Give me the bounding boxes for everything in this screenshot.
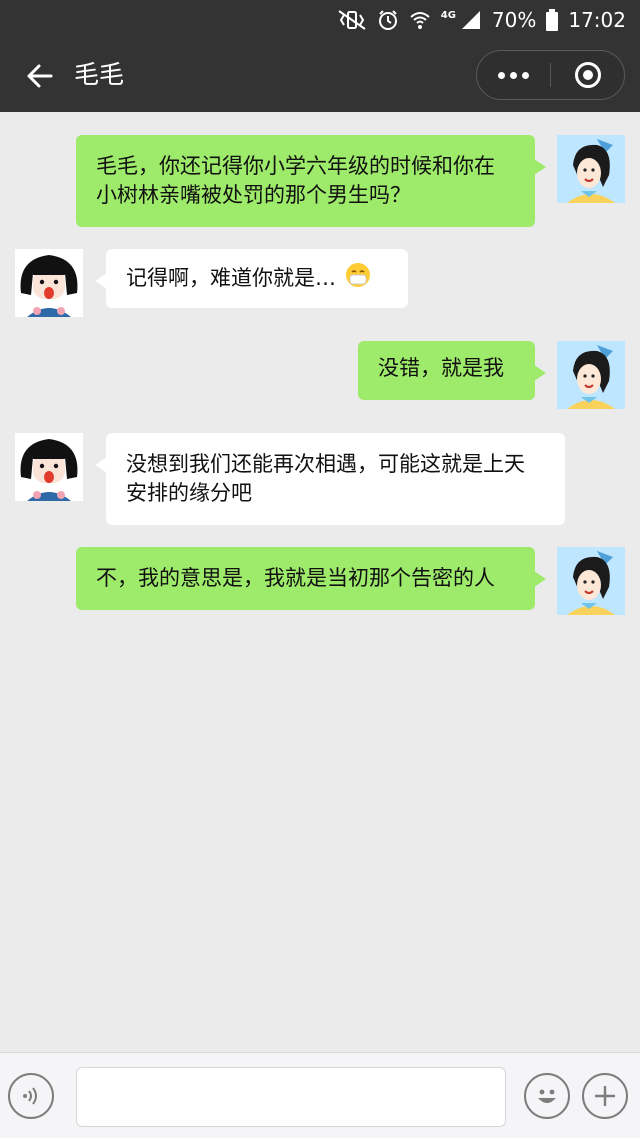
message-text: 毛毛，你还记得你小学六年级的时候和你在小树林亲嘴被处罚的那个男生吗？ bbox=[96, 154, 495, 207]
back-button[interactable] bbox=[18, 54, 62, 98]
my-avatar[interactable] bbox=[557, 547, 625, 615]
mask-emoji-icon bbox=[345, 262, 371, 296]
message-text: 不，我的意思是，我就是当初那个告密的人 bbox=[96, 566, 495, 590]
plus-button[interactable] bbox=[582, 1073, 628, 1119]
message-bubble-sent: 没错，就是我 bbox=[358, 341, 546, 400]
mini-program-capsule bbox=[476, 50, 625, 100]
network-type: 4G bbox=[440, 9, 456, 21]
battery-level: 70% bbox=[491, 8, 537, 32]
message-bubble-received: 记得啊，难道你就是… bbox=[95, 249, 408, 308]
wifi-icon bbox=[409, 8, 431, 32]
message-text: 没想到我们还能再次相遇，可能这就是上天安排的缘分吧 bbox=[126, 452, 525, 505]
chat-header: 毛毛 bbox=[0, 40, 640, 112]
my-avatar[interactable] bbox=[557, 341, 625, 409]
chat-input-bar bbox=[0, 1052, 640, 1138]
voice-button[interactable] bbox=[8, 1073, 54, 1119]
more-button[interactable] bbox=[477, 51, 550, 99]
signal-icon bbox=[460, 8, 482, 32]
close-button[interactable] bbox=[551, 51, 624, 99]
message-text: 记得啊，难道你就是… bbox=[126, 266, 336, 290]
contact-avatar[interactable] bbox=[15, 433, 83, 501]
status-bar: 4G 70% 17:02 bbox=[0, 0, 640, 40]
message-input[interactable] bbox=[76, 1067, 506, 1127]
close-target-icon bbox=[574, 62, 601, 88]
message-bubble-sent: 不，我的意思是，我就是当初那个告密的人 bbox=[76, 547, 546, 610]
message-bubble-sent: 毛毛，你还记得你小学六年级的时候和你在小树林亲嘴被处罚的那个男生吗？ bbox=[76, 135, 546, 227]
alarm-icon bbox=[377, 8, 399, 32]
more-dots-icon bbox=[498, 71, 529, 79]
battery-icon bbox=[546, 8, 559, 32]
clock: 17:02 bbox=[568, 8, 626, 32]
mute-vibrate-icon bbox=[337, 8, 367, 32]
message-text: 没错，就是我 bbox=[378, 356, 504, 380]
chat-title: 毛毛 bbox=[74, 60, 125, 89]
emoji-button[interactable] bbox=[524, 1073, 570, 1119]
my-avatar[interactable] bbox=[557, 135, 625, 203]
contact-avatar[interactable] bbox=[15, 249, 83, 317]
emoji-icon bbox=[538, 1089, 556, 1103]
plus-icon bbox=[595, 1086, 615, 1106]
message-bubble-received: 没想到我们还能再次相遇，可能这就是上天安排的缘分吧 bbox=[95, 433, 565, 525]
back-arrow-icon bbox=[27, 64, 53, 88]
voice-icon bbox=[23, 1087, 37, 1105]
